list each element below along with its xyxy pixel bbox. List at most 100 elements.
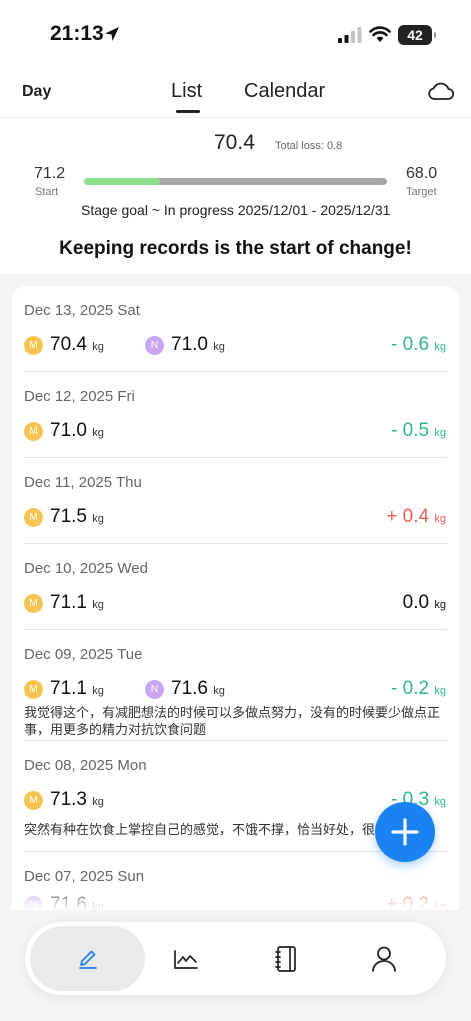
night-weight: 71.0 kg xyxy=(171,334,225,356)
cellular-signal-icon xyxy=(338,27,362,43)
goal-progress-bar xyxy=(84,178,387,185)
night-weight: 71.6 kg xyxy=(50,894,104,910)
night-badge: N xyxy=(24,896,43,910)
morning-badge: M xyxy=(24,422,43,441)
weight-value: 71.1 xyxy=(50,678,87,699)
bottom-tab-bar xyxy=(25,922,446,995)
entry-weights: M 71.3 kg - 0.3 kg xyxy=(24,789,446,813)
stage-goal[interactable]: Stage goal ~ In progress 2025/12/01 - 20… xyxy=(81,202,390,218)
night-weight: 71.6 kg xyxy=(171,678,225,700)
weight-unit: kg xyxy=(92,341,104,353)
tab-list-label: List xyxy=(171,80,203,102)
night-badge: N xyxy=(145,336,164,355)
tab-calendar[interactable]: Calendar xyxy=(244,80,325,103)
entry-weights: N 71.6 kg + 0.2 kg xyxy=(24,894,446,910)
weight-value: 71.3 xyxy=(50,789,87,810)
weight-unit: kg xyxy=(92,513,104,525)
total-loss: Total loss: 0.8 xyxy=(275,140,343,152)
weight-value: 71.6 xyxy=(50,894,87,910)
entry-weights: M 71.0 kg - 0.5 kg xyxy=(24,420,446,444)
target-label: Target xyxy=(406,186,437,198)
change-unit: kg xyxy=(434,685,446,697)
goal-progress-fill xyxy=(84,178,160,185)
weight-change: + 0.4 kg xyxy=(386,506,446,528)
entry-date: Dec 13, 2025 Sat xyxy=(24,302,140,319)
tab-list[interactable]: List xyxy=(171,80,203,113)
change-value: - 0.5 xyxy=(391,420,430,441)
entry-date: Dec 08, 2025 Mon xyxy=(24,757,147,774)
entry-date: Dec 12, 2025 Fri xyxy=(24,388,135,405)
weight-change: - 0.2 kg xyxy=(391,678,446,700)
status-time: 21:13 xyxy=(50,22,104,45)
day-toggle[interactable]: Day xyxy=(22,83,51,101)
chart-icon xyxy=(173,949,198,969)
list-item[interactable]: Dec 11, 2025 Thu M 71.5 kg + 0.4 kg xyxy=(24,458,447,544)
active-tab-underline xyxy=(176,110,200,113)
list-item[interactable]: Dec 13, 2025 Sat M 70.4 kg N 71.0 kg - 0… xyxy=(24,286,447,372)
change-unit: kg xyxy=(434,901,446,910)
notebook-icon xyxy=(274,945,296,972)
morning-badge: M xyxy=(24,508,43,527)
weight-unit: kg xyxy=(92,599,104,611)
list-item[interactable]: Dec 12, 2025 Fri M 71.0 kg - 0.5 kg xyxy=(24,372,447,458)
entry-date: Dec 09, 2025 Tue xyxy=(24,646,143,663)
target-weight: 68.0 xyxy=(406,165,438,182)
start-label: Start xyxy=(35,186,59,198)
tab-profile[interactable] xyxy=(326,926,441,991)
tab-chart[interactable] xyxy=(128,926,243,991)
battery-indicator: 42 xyxy=(398,25,436,45)
start-weight: 71.2 xyxy=(34,165,66,182)
goal-summary: 70.4 Total loss: 0.8 71.2 Start 68.0 Tar… xyxy=(0,118,471,274)
weight-unit: kg xyxy=(92,427,104,439)
cloud-icon[interactable] xyxy=(427,81,454,101)
change-value: + 0.2 xyxy=(386,894,430,910)
change-value: - 0.2 xyxy=(391,678,430,699)
morning-badge: M xyxy=(24,594,43,613)
morning-weight: 71.5 kg xyxy=(50,506,104,528)
entry-date: Dec 07, 2025 Sun xyxy=(24,868,145,885)
motto-heading: Keeping records is the start of change! xyxy=(59,238,412,259)
weight-unit: kg xyxy=(92,796,104,808)
entry-weights: M 71.5 kg + 0.4 kg xyxy=(24,506,446,530)
change-value: + 0.4 xyxy=(386,506,430,527)
tab-calendar-label: Calendar xyxy=(244,80,326,102)
entry-date: Dec 11, 2025 Thu xyxy=(24,474,142,491)
morning-badge: M xyxy=(24,680,43,699)
weight-unit: kg xyxy=(213,341,225,353)
top-navigation: Day List Calendar xyxy=(0,70,471,118)
add-record-button[interactable] xyxy=(375,802,435,862)
person-icon xyxy=(371,946,396,972)
screen: 21:13 42 Day List Calendar 70.4 Total lo… xyxy=(0,0,471,1021)
entry-note: 我觉得这个，有减肥想法的时候可以多做点努力，没有的时候要少做点正事，用更多的精力… xyxy=(24,705,441,737)
entry-weights: M 71.1 kg N 71.6 kg - 0.2 kg xyxy=(24,678,446,702)
morning-badge: M xyxy=(24,336,43,355)
plus-icon xyxy=(391,818,419,846)
weight-value: 71.0 xyxy=(50,420,87,441)
weight-value: 70.4 xyxy=(50,334,87,355)
weight-change: 0.0 kg xyxy=(403,592,446,614)
entry-date: Dec 10, 2025 Wed xyxy=(24,560,148,577)
morning-weight: 71.0 kg xyxy=(50,420,104,442)
list-item[interactable]: Dec 09, 2025 Tue M 71.1 kg N 71.6 kg - 0… xyxy=(24,630,447,741)
weight-change: + 0.2 kg xyxy=(386,894,446,910)
status-bar: 21:13 42 xyxy=(0,0,471,70)
current-weight: 70.4 xyxy=(214,131,255,154)
night-badge: N xyxy=(145,680,164,699)
weight-change: - 0.5 kg xyxy=(391,420,446,442)
weight-change: - 0.6 kg xyxy=(391,334,446,356)
change-unit: kg xyxy=(434,796,446,808)
weight-unit: kg xyxy=(213,685,225,697)
list-item[interactable]: Dec 10, 2025 Wed M 71.1 kg 0.0 kg xyxy=(24,544,447,630)
change-value: 0.0 xyxy=(402,592,430,613)
morning-weight: 71.3 kg xyxy=(50,789,104,811)
change-value: - 0.6 xyxy=(391,334,430,355)
change-unit: kg xyxy=(434,427,446,439)
change-unit: kg xyxy=(434,341,446,353)
list-item[interactable]: Dec 07, 2025 Sun N 71.6 kg + 0.2 kg xyxy=(24,852,447,910)
change-unit: kg xyxy=(434,599,446,611)
morning-badge: M xyxy=(24,791,43,810)
location-arrow-icon xyxy=(105,27,119,41)
morning-weight: 71.1 kg xyxy=(50,592,104,614)
entry-weights: M 70.4 kg N 71.0 kg - 0.6 kg xyxy=(24,334,446,358)
pencil-icon xyxy=(78,950,97,969)
